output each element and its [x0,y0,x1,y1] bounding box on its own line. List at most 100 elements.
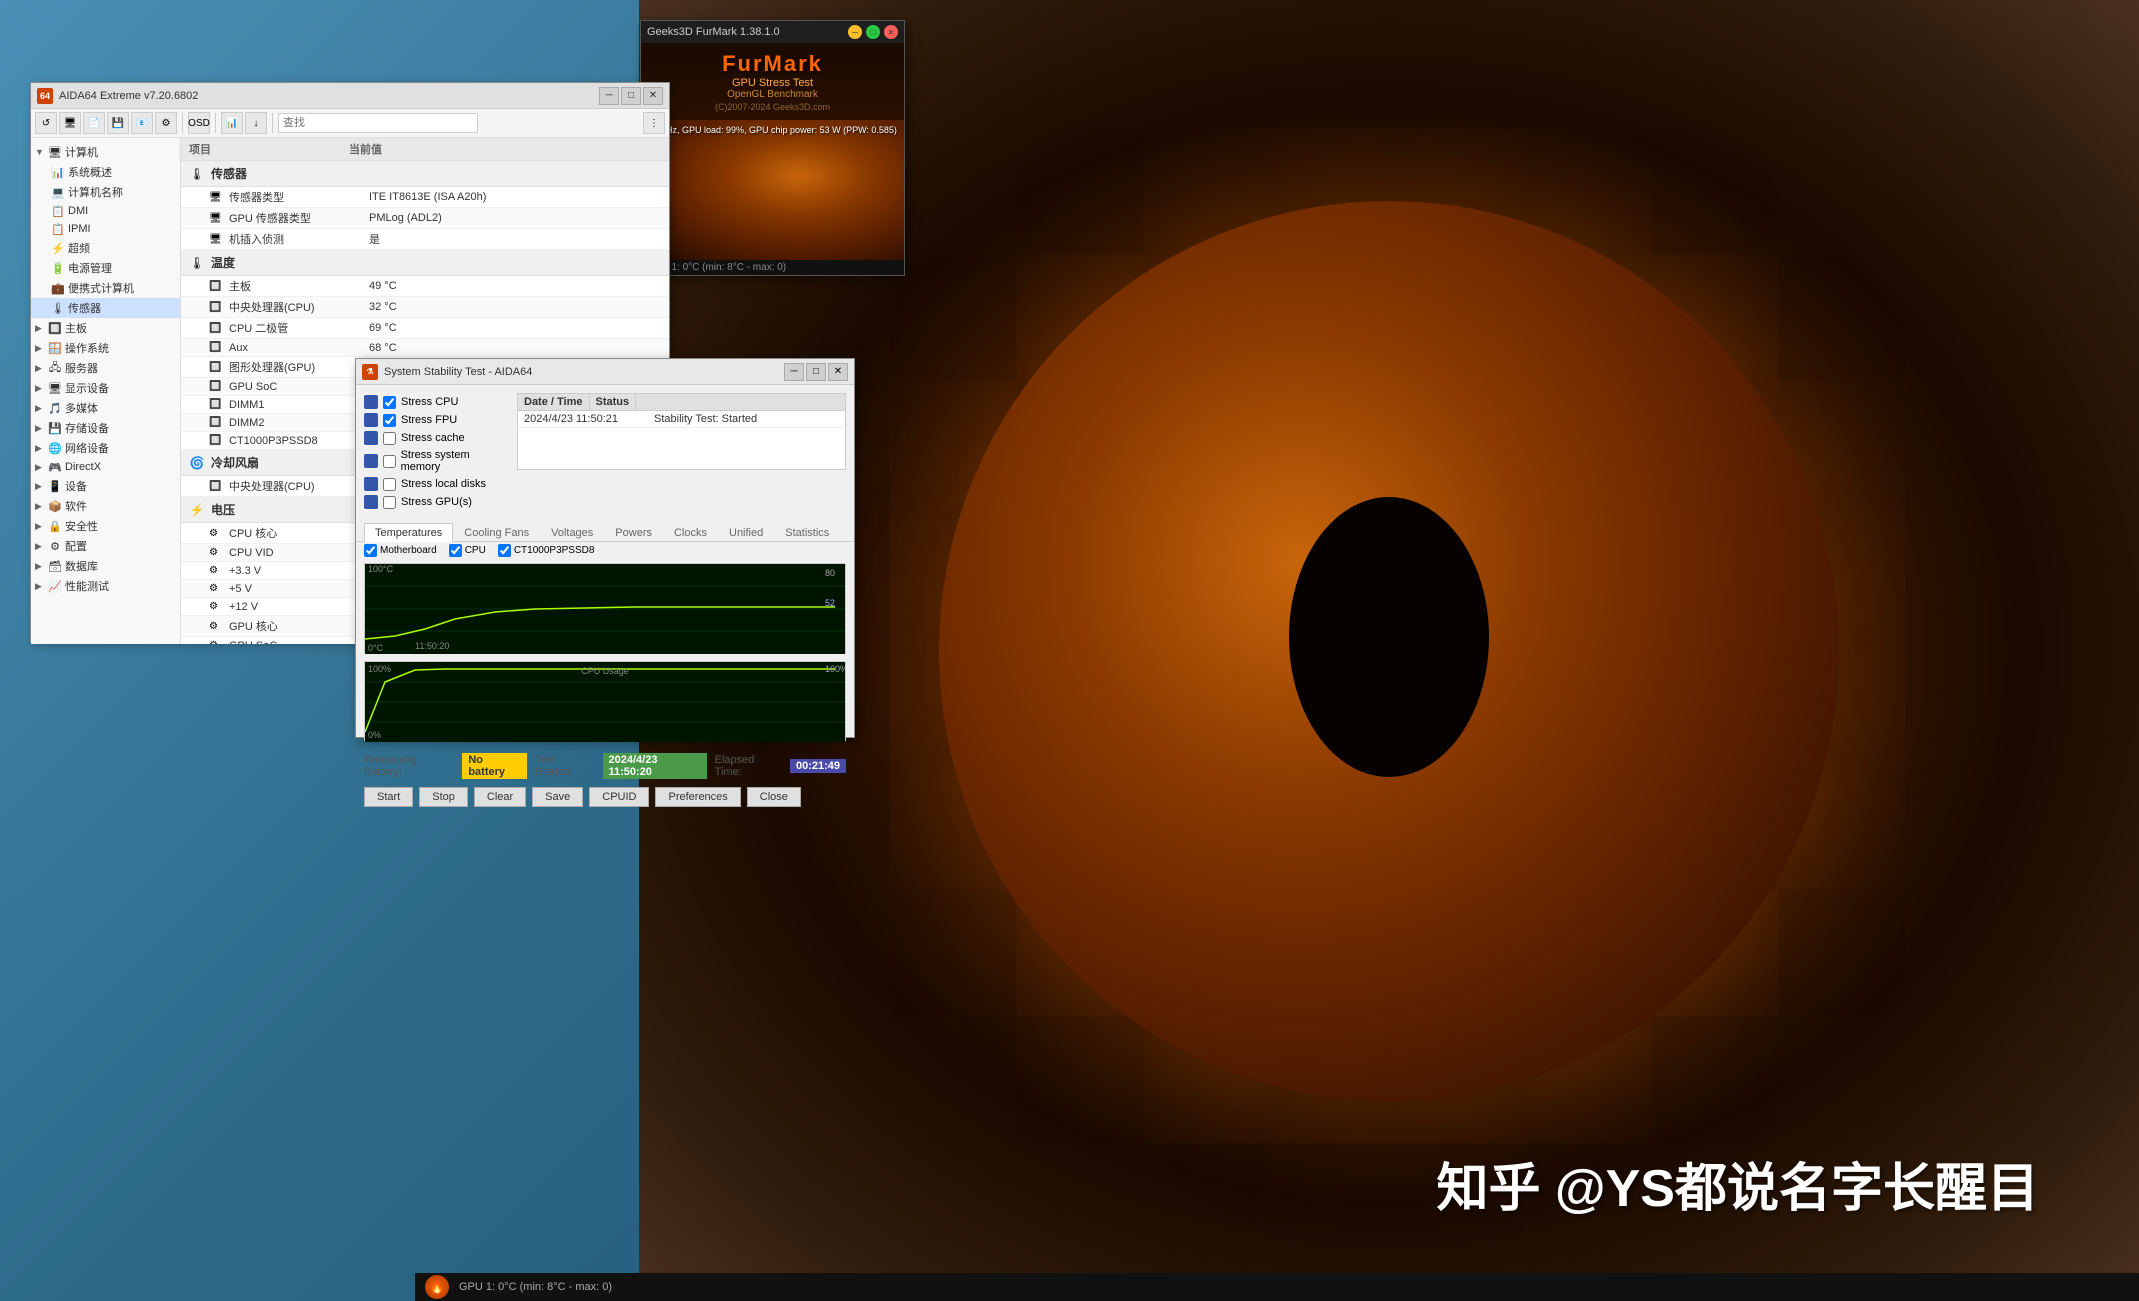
furmark-maximize-btn[interactable]: □ [866,25,880,39]
sidebar-item-overview[interactable]: 📊 系统概述 [31,162,180,182]
stress-gpu-label: Stress GPU(s) [401,496,472,508]
cpu-temp-value: 32 °C [369,301,661,313]
legend-ssd-checkbox[interactable] [498,544,511,557]
sidebar-item-computer[interactable]: ▼ 🖥 计算机 [31,142,180,162]
stress-disks-checkbox[interactable] [383,478,396,491]
start-button[interactable]: Start [364,787,413,807]
aux-temp-label: Aux [229,342,369,354]
clear-button[interactable]: Clear [474,787,526,807]
furmark-bottom-icon: 🔥 [425,1275,449,1299]
tab-cooling-fans[interactable]: Cooling Fans [453,523,540,542]
save-button[interactable]: Save [532,787,583,807]
temp-chart-svg: 100°C 0°C 11:50:20 52 80 [365,564,845,654]
eye-iris [939,201,1839,1101]
overclock-icon: ⚡ [51,241,65,255]
tab-temperatures[interactable]: Temperatures [364,523,453,542]
sidebar-item-dmi[interactable]: 📋 DMI [31,202,180,220]
sensor-type-icon: 🖥 [209,192,225,203]
sidebar-item-motherboard[interactable]: ▶ 🔲 主板 [31,318,180,338]
motherboard-temp-label: 主板 [229,278,369,294]
stress-cache-checkbox[interactable] [383,432,396,445]
stop-button[interactable]: Stop [419,787,468,807]
sidebar-item-os[interactable]: ▶ 🪟 操作系统 [31,338,180,358]
cpu-chart-area: CPU Usage 100% 0% 100% [356,661,854,749]
sidebar-item-server[interactable]: ▶ 🖧 服务器 [31,358,180,378]
stress-fpu-checkbox[interactable] [383,414,396,427]
sidebar-item-database[interactable]: ▶ 🗃 数据库 [31,556,180,576]
tab-statistics[interactable]: Statistics [774,523,840,542]
stress-gpu-checkbox[interactable] [383,496,396,509]
content-header: 项目 当前值 [181,138,669,161]
toolbar-computer-btn[interactable]: 🖥 [59,112,81,134]
sidebar-item-storage[interactable]: ▶ 💾 存储设备 [31,418,180,438]
sidebar-label-power: 电源管理 [68,260,112,276]
log-header: Date / Time Status [517,393,846,410]
stability-minimize-btn[interactable]: ─ [784,363,804,381]
sidebar-item-overclock[interactable]: ⚡ 超频 [31,238,180,258]
sidebar-item-security[interactable]: ▶ 🔒 安全性 [31,516,180,536]
elapsed-value: 00:21:49 [790,759,846,773]
aida-close-btn[interactable]: ✕ [643,87,663,105]
stress-fpu-icon [364,413,378,427]
sidebar-item-devices[interactable]: ▶ 📱 设备 [31,476,180,496]
tab-unified[interactable]: Unified [718,523,774,542]
tree-arrow-software: ▶ [35,501,45,512]
legend-cpu-checkbox[interactable] [449,544,462,557]
legend-motherboard-checkbox[interactable] [364,544,377,557]
tab-voltages[interactable]: Voltages [540,523,604,542]
cpuid-button[interactable]: CPUID [589,787,649,807]
toolbar-report-btn[interactable]: 📄 [83,112,105,134]
tab-clocks[interactable]: Clocks [663,523,718,542]
stress-cpu-checkbox[interactable] [383,396,396,409]
toolbar-save-btn[interactable]: 💾 [107,112,129,134]
toolbar-menu-btn[interactable]: ⋮ [643,112,665,134]
v5-icon: ⚙ [209,583,225,594]
sidebar-item-config[interactable]: ▶ ⚙ 配置 [31,536,180,556]
stress-memory-checkbox[interactable] [383,455,396,468]
sidebar-label-network: 网络设备 [65,440,109,456]
sidebar-item-benchmark[interactable]: ▶ 📈 性能测试 [31,576,180,596]
sidebar-label-overclock: 超频 [68,240,90,256]
sidebar-item-computername[interactable]: 💻 计算机名称 [31,182,180,202]
sidebar-item-portable[interactable]: 💼 便携式计算机 [31,278,180,298]
toolbar-download-btn[interactable]: ↓ [245,112,267,134]
furmark-close-btn[interactable]: ✕ [884,25,898,39]
sidebar-label-benchmark: 性能测试 [65,578,109,594]
toolbar-settings-btn[interactable]: ⚙ [155,112,177,134]
sidebar-item-software[interactable]: ▶ 📦 软件 [31,496,180,516]
sidebar-item-multimedia[interactable]: ▶ 🎵 多媒体 [31,398,180,418]
storage-icon: 💾 [48,421,62,435]
sidebar-label-dmi: DMI [68,205,88,217]
tab-powers[interactable]: Powers [604,523,663,542]
sensors-section-header: 🌡 传感器 [181,161,669,187]
sidebar-item-power[interactable]: 🔋 电源管理 [31,258,180,278]
toolbar-monitor-btn[interactable]: 📊 [221,112,243,134]
aida-minimize-btn[interactable]: ─ [599,87,619,105]
aida-maximize-btn[interactable]: □ [621,87,641,105]
chart-legend: Motherboard CPU CT1000P3PSSD8 [356,542,854,559]
sidebar-item-ipmi[interactable]: 📋 IPMI [31,220,180,238]
ssd-temp-icon: 🔲 [209,435,225,446]
stability-close-btn[interactable]: ✕ [828,363,848,381]
sidebar-item-display[interactable]: ▶ 🖥 显示设备 [31,378,180,398]
search-input[interactable] [278,113,478,133]
cpu-diode-row: 🔲 CPU 二极管 69 °C [181,318,669,339]
toolbar-email-btn[interactable]: 📧 [131,112,153,134]
furmark-copyright: (C)2007-2024 Geeks3D.com [649,102,896,112]
furmark-minimize-btn[interactable]: ─ [848,25,862,39]
v12-label: +12 V [229,601,369,613]
stability-maximize-btn[interactable]: □ [806,363,826,381]
furmark-bottom-status: GPU 1: 0°C (min: 8°C - max: 0) [459,1281,612,1293]
sidebar-label-portable: 便携式计算机 [68,280,134,296]
close-button[interactable]: Close [747,787,801,807]
sidebar-item-network[interactable]: ▶ 🌐 网络设备 [31,438,180,458]
sidebar-item-sensors[interactable]: 🌡 传感器 [31,298,180,318]
toolbar-osd-btn[interactable]: OSD [188,112,210,134]
preferences-button[interactable]: Preferences [655,787,740,807]
toolbar-refresh-btn[interactable]: ↺ [35,112,57,134]
sidebar-label-display: 显示设备 [65,380,109,396]
ipmi-icon: 📋 [51,222,65,236]
tree-arrow-multimedia: ▶ [35,403,45,414]
tree-arrow-security: ▶ [35,521,45,532]
sidebar-item-directx[interactable]: ▶ 🎮 DirectX [31,458,180,476]
